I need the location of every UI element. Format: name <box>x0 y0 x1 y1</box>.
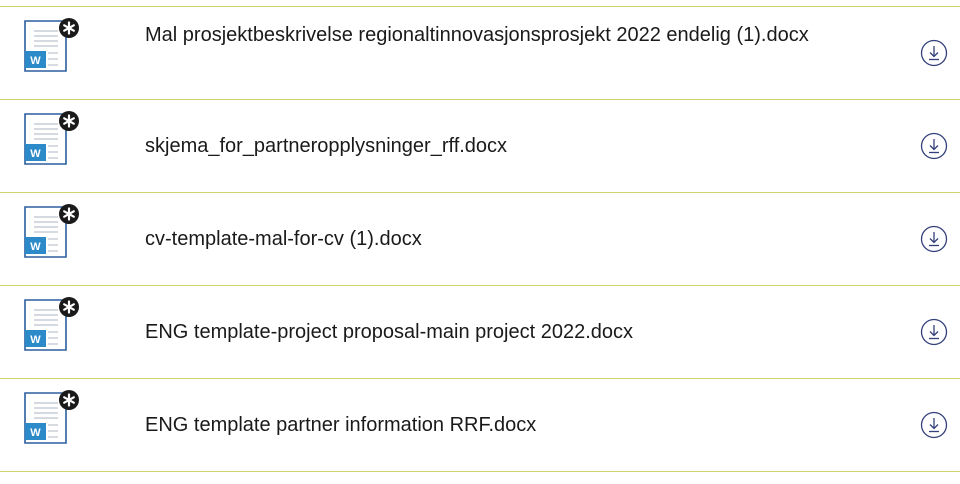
word-badge-letter: W <box>30 241 41 253</box>
file-name-link[interactable]: ENG template partner information RRF.doc… <box>145 411 820 439</box>
word-document-icon: W <box>24 297 79 351</box>
word-badge-letter: W <box>30 334 41 346</box>
file-row: W cv-template-mal-for-cv (1).docx <box>0 193 960 286</box>
download-icon[interactable] <box>920 132 948 160</box>
download-icon[interactable] <box>920 39 948 67</box>
download-icon[interactable] <box>920 225 948 253</box>
word-badge-letter: W <box>30 148 41 160</box>
word-document-icon: W <box>24 390 79 444</box>
file-name-link[interactable]: cv-template-mal-for-cv (1).docx <box>145 225 820 253</box>
word-document-icon: W <box>24 111 79 165</box>
word-document-icon: W <box>24 18 79 72</box>
file-row: W ENG template-project proposal-main pro… <box>0 286 960 379</box>
file-name-link[interactable]: ENG template-project proposal-main proje… <box>145 318 820 346</box>
file-row: W ENG template partner information RRF.d… <box>0 379 960 472</box>
word-document-icon: W <box>24 204 79 258</box>
file-name-link[interactable]: Mal prosjektbeskrivelse regionaltinnovas… <box>145 21 820 49</box>
file-list: W Mal prosjektbeskrivelse regionaltinnov… <box>0 6 960 472</box>
download-icon[interactable] <box>920 318 948 346</box>
download-icon[interactable] <box>920 411 948 439</box>
word-badge-letter: W <box>30 427 41 439</box>
file-row: W Mal prosjektbeskrivelse regionaltinnov… <box>0 7 960 100</box>
file-row: W skjema_for_partneropplysninger_rff.doc… <box>0 100 960 193</box>
file-name-link[interactable]: skjema_for_partneropplysninger_rff.docx <box>145 132 820 160</box>
word-badge-letter: W <box>30 55 41 67</box>
